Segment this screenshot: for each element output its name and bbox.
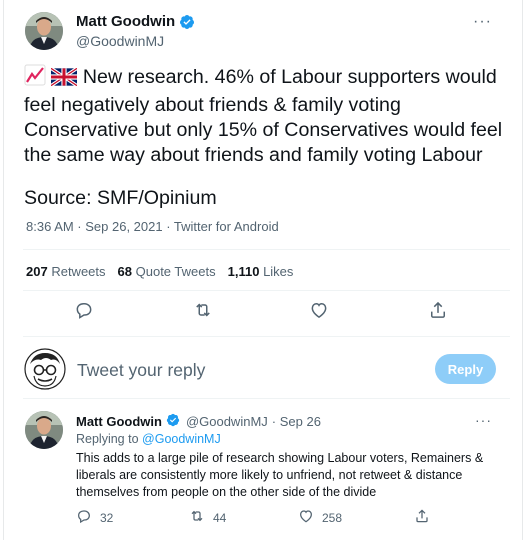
- divider: [23, 398, 510, 399]
- tweet-thread: Matt Goodwin @GoodwinMJ ··· New research…: [3, 0, 523, 540]
- reply-share-button[interactable]: [414, 508, 430, 527]
- tweet-text: New research. 46% of Labour supporters w…: [24, 66, 508, 166]
- reply-more-options-icon[interactable]: ···: [475, 412, 492, 428]
- retweet-count: 44: [213, 510, 227, 525]
- verified-badge-icon: [179, 14, 195, 30]
- reply-icon[interactable]: [74, 300, 96, 322]
- reply-button[interactable]: Reply: [435, 354, 496, 384]
- retweets-stat[interactable]: 207 Retweets: [26, 264, 106, 279]
- reply-input[interactable]: [77, 356, 407, 384]
- share-icon[interactable]: [428, 300, 450, 322]
- divider: [23, 336, 510, 337]
- reply-retweet-button[interactable]: 44: [189, 508, 226, 527]
- replying-to-link[interactable]: @GoodwinMJ: [142, 432, 221, 446]
- tweet-body: New research. 46% of Labour supporters w…: [24, 64, 504, 211]
- reply-author-avatar[interactable]: [25, 411, 63, 449]
- like-count: 258: [322, 510, 343, 525]
- tweet-source-line: Source: SMF/Opinium: [24, 187, 217, 209]
- current-user-avatar[interactable]: [24, 348, 66, 390]
- replying-to-line: Replying to @GoodwinMJ: [76, 432, 221, 446]
- reply-text: This adds to a large pile of research sh…: [76, 451, 484, 499]
- reply-count: 32: [100, 510, 114, 525]
- reply-icon: [76, 508, 92, 527]
- reply-header: Matt Goodwin @GoodwinMJ · Sep 26: [76, 413, 321, 429]
- retweet-icon[interactable]: [193, 300, 215, 322]
- reply-reply-button[interactable]: 32: [76, 508, 113, 527]
- verified-badge-icon: [166, 413, 182, 429]
- author-handle[interactable]: @GoodwinMJ: [76, 33, 164, 49]
- engagement-stats: 207 Retweets 68 Quote Tweets 1,110 Likes: [26, 264, 293, 279]
- reply-date[interactable]: · Sep 26: [272, 414, 321, 429]
- author-name[interactable]: Matt Goodwin: [76, 13, 175, 30]
- quotes-stat[interactable]: 68 Quote Tweets: [118, 264, 216, 279]
- tweet-timestamp[interactable]: 8:36 AM · Sep 26, 2021 · Twitter for And…: [26, 219, 279, 234]
- like-icon: [298, 508, 314, 527]
- more-options-icon[interactable]: ···: [473, 13, 492, 31]
- tweet-actions: [4, 300, 524, 324]
- reply-like-button[interactable]: 258: [298, 508, 342, 527]
- author-avatar[interactable]: [25, 12, 63, 50]
- divider: [23, 290, 510, 291]
- likes-stat[interactable]: 1,110 Likes: [228, 264, 294, 279]
- reply-author-handle[interactable]: @GoodwinMJ: [186, 414, 268, 429]
- retweet-icon: [189, 508, 205, 527]
- uk-flag-icon: [50, 66, 79, 93]
- divider: [23, 249, 510, 250]
- reply-author-name[interactable]: Matt Goodwin: [76, 414, 162, 429]
- reply-actions: 32 44 258: [4, 508, 524, 530]
- share-icon: [414, 508, 430, 527]
- chart-increasing-icon: [24, 64, 46, 93]
- like-icon[interactable]: [309, 300, 331, 322]
